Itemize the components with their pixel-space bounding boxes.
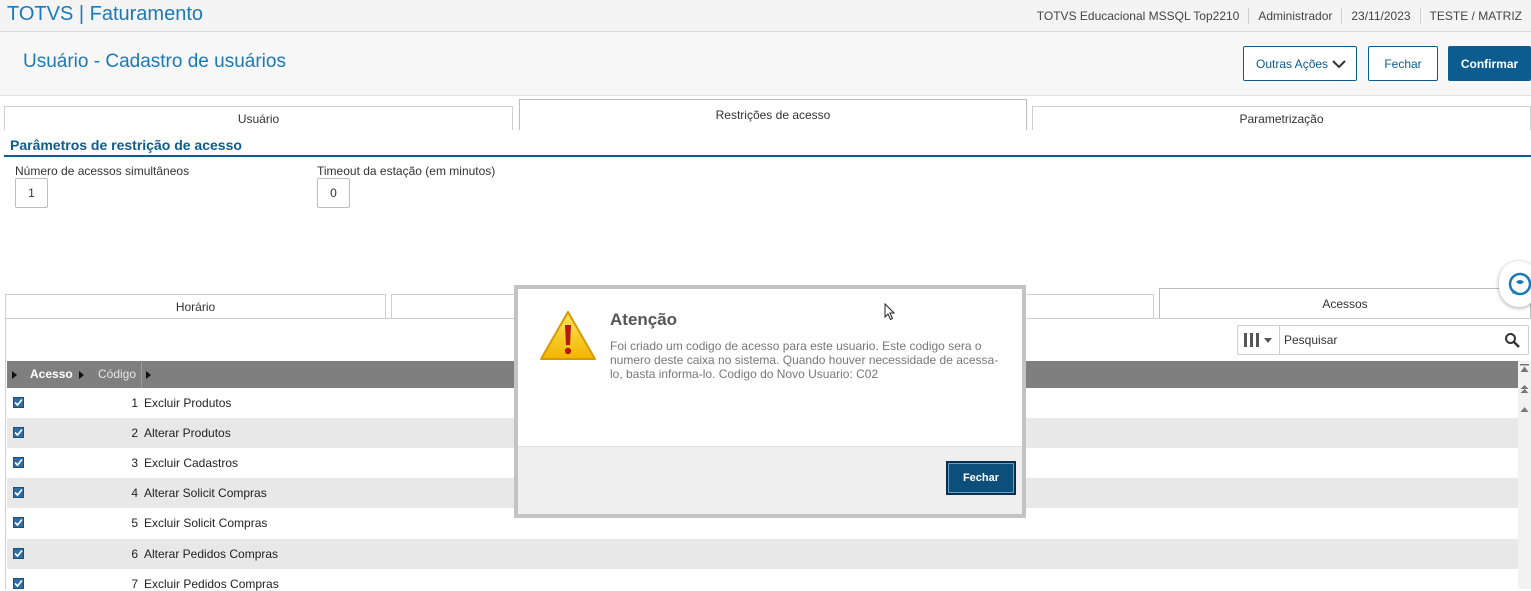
search-icon[interactable]: [1504, 332, 1520, 348]
confirm-button[interactable]: Confirmar: [1448, 46, 1531, 81]
tab-hidden-3[interactable]: [1023, 294, 1154, 318]
checkbox-checked-icon[interactable]: [13, 397, 24, 408]
section-title: Parâmetros de restrição de acesso: [10, 137, 242, 153]
dialog-message: Foi criado um codigo de acesso para este…: [610, 339, 999, 381]
tab-hidden-2[interactable]: [391, 294, 516, 318]
app-title: TOTVS | Faturamento: [7, 3, 204, 25]
column-sort-icon: [79, 371, 84, 379]
simultaneous-access-label: Número de acessos simultâneos: [15, 164, 190, 178]
environment-label: TOTVS Educacional MSSQL Top2210: [1036, 8, 1240, 23]
checkbox-checked-icon[interactable]: [13, 578, 24, 589]
row-description: Excluir Produtos: [144, 396, 232, 410]
tab-usuario[interactable]: Usuário: [4, 106, 513, 130]
close-button[interactable]: Fechar: [1368, 46, 1438, 81]
row-description: Excluir Solicit Compras: [144, 516, 268, 530]
column-header-acesso[interactable]: Acesso: [30, 367, 73, 381]
column-sort-icon: [146, 371, 151, 379]
date-label: 23/11/2023: [1341, 7, 1419, 24]
top-bar: TOTVS | Faturamento TOTVS Educacional MS…: [0, 0, 1531, 32]
row-indicator-icon: [12, 371, 17, 379]
more-actions-button[interactable]: Outras Ações: [1243, 46, 1357, 81]
branch-label[interactable]: TESTE / MATRIZ: [1419, 7, 1531, 24]
assistant-button[interactable]: [1499, 261, 1531, 307]
row-description: Alterar Pedidos Compras: [144, 547, 279, 561]
row-number: 3: [131, 456, 138, 470]
tab-horario[interactable]: Horário: [5, 294, 386, 318]
tab-restricoes-acesso[interactable]: Restrições de acesso: [519, 99, 1027, 130]
row-description: Alterar Solicit Compras: [144, 486, 267, 500]
dialog-title: Atenção: [610, 310, 678, 329]
checkbox-checked-icon[interactable]: [13, 548, 24, 559]
chat-assistant-icon: [1508, 272, 1531, 296]
row-number: 6: [131, 547, 138, 561]
column-header-codigo[interactable]: Código: [98, 367, 136, 381]
dialog-body: Atenção Foi criado um codigo de acesso p…: [518, 289, 1022, 447]
row-description: Excluir Cadastros: [144, 456, 239, 470]
session-info: TOTVS Educacional MSSQL Top2210 Administ…: [1028, 0, 1531, 31]
page-header: Usuário - Cadastro de usuários Outras Aç…: [0, 32, 1531, 96]
checkbox-checked-icon[interactable]: [13, 427, 24, 438]
alert-dialog: Atenção Foi criado um codigo de acesso p…: [514, 285, 1026, 518]
table-row[interactable]: 6 Alterar Pedidos Compras: [7, 539, 1518, 569]
search-input[interactable]: [1284, 332, 1484, 348]
row-number: 5: [131, 516, 138, 530]
page-title: Usuário - Cadastro de usuários: [23, 51, 286, 72]
dialog-close-button[interactable]: Fechar: [946, 461, 1016, 495]
row-description: Alterar Produtos: [144, 426, 231, 440]
checkbox-checked-icon[interactable]: [13, 517, 24, 528]
warning-icon: [540, 311, 596, 360]
simultaneous-access-field[interactable]: 1: [15, 178, 48, 208]
row-number: 2: [131, 426, 138, 440]
chevron-down-icon: [1332, 60, 1346, 69]
section-divider: [4, 155, 1531, 157]
scroll-up-icon[interactable]: [1520, 406, 1529, 413]
row-number: 1: [131, 396, 138, 410]
row-number: 4: [131, 486, 138, 500]
timeout-field[interactable]: 0: [317, 178, 350, 208]
timeout-label: Timeout da estação (em minutos): [317, 164, 496, 178]
tab-acessos[interactable]: Acessos: [1159, 288, 1531, 318]
more-actions-label: Outras Ações: [1256, 56, 1329, 71]
grid-search: [1237, 325, 1529, 355]
scroll-top-icon[interactable]: [1520, 364, 1529, 373]
checkbox-checked-icon[interactable]: [13, 457, 24, 468]
scroll-page-up-icon[interactable]: [1520, 385, 1529, 394]
mouse-cursor-icon: [884, 303, 896, 321]
columns-icon: [1244, 333, 1272, 347]
user-label: Administrador: [1248, 7, 1341, 24]
columns-selector[interactable]: [1238, 326, 1280, 354]
checkbox-checked-icon[interactable]: [13, 487, 24, 498]
grid-scrollbar[interactable]: [1518, 361, 1531, 589]
tab-parametrizacao[interactable]: Parametrização: [1032, 106, 1531, 130]
table-row[interactable]: 7 Excluir Pedidos Compras: [7, 569, 1518, 591]
column-divider: [141, 361, 142, 388]
